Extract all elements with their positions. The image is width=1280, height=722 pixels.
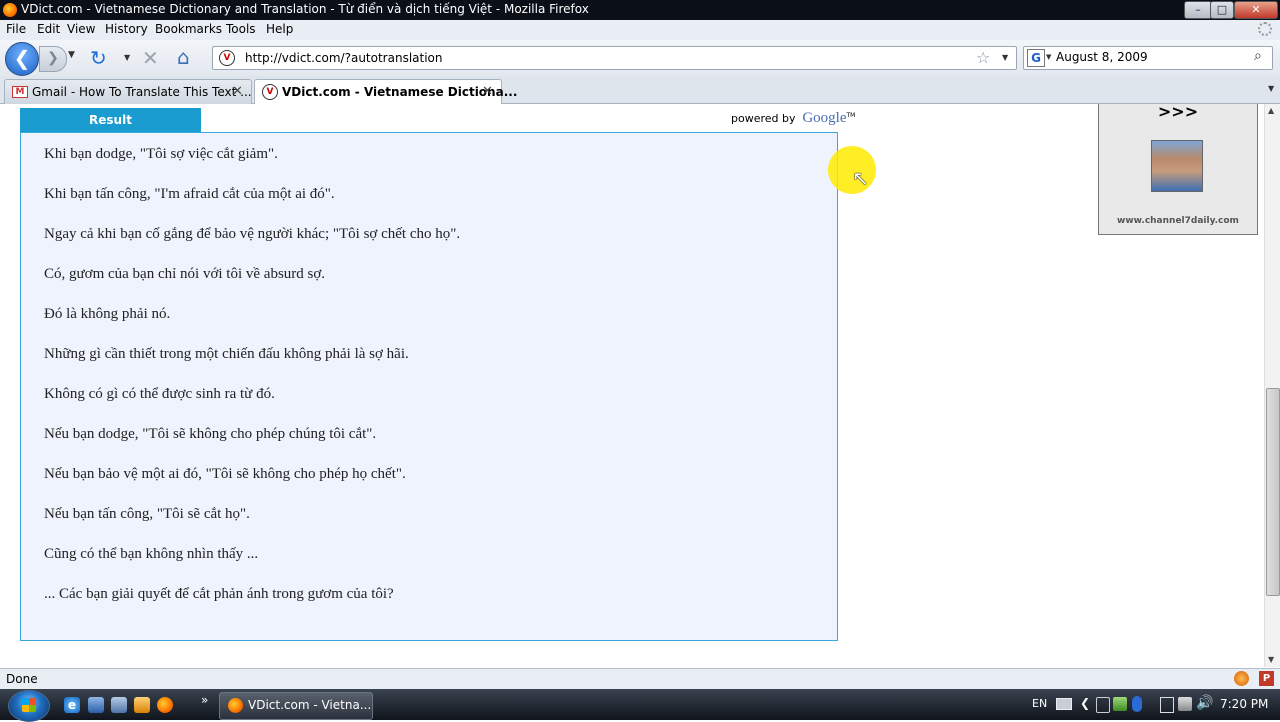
powered-by-label: powered by	[731, 112, 796, 125]
status-text: Done	[6, 672, 38, 686]
maximize-button[interactable]: □	[1210, 1, 1234, 19]
mouse-pointer-icon: ↖	[852, 166, 869, 190]
result-line: Nếu bạn tấn công, "Tôi sẽ cắt họ".	[44, 506, 250, 522]
minimize-button[interactable]: –	[1184, 1, 1212, 19]
result-line: Không có gì có thể được sinh ra từ đó.	[44, 386, 275, 402]
search-engine-icon[interactable]: G	[1027, 49, 1045, 67]
ad-box[interactable]: >>> www.channel7daily.com	[1098, 104, 1258, 235]
scroll-up-icon[interactable]: ▲	[1268, 106, 1274, 115]
forward-button[interactable]: ❯	[39, 46, 67, 72]
start-button[interactable]	[8, 690, 50, 722]
window-title-bar: VDict.com - Vietnamese Dictionary and Tr…	[0, 0, 1280, 20]
tab-list-dropdown-icon[interactable]: ▼	[1268, 84, 1274, 93]
page-content: Result powered by GoogleTM Khi bạn dodge…	[0, 104, 1264, 667]
tab-close-icon[interactable]: ✕	[232, 84, 243, 99]
powered-by-google: powered by GoogleTM	[731, 110, 855, 127]
menu-file[interactable]: File	[6, 22, 26, 36]
menu-bookmarks[interactable]: Bookmarks	[155, 22, 222, 36]
search-icon[interactable]: ⌕	[1254, 48, 1262, 64]
result-line: Những gì cần thiết trong một chiến đấu k…	[44, 346, 409, 362]
close-button[interactable]: ✕	[1234, 1, 1278, 19]
menu-help[interactable]: Help	[266, 22, 293, 36]
network-icon[interactable]	[1178, 697, 1192, 711]
internet-explorer-icon[interactable]: e	[64, 697, 80, 713]
url-dropdown-icon[interactable]: ▼	[1002, 53, 1008, 62]
windows-logo-icon	[22, 698, 36, 712]
battery-icon[interactable]	[1160, 697, 1174, 713]
quicklaunch-app-icon[interactable]	[134, 697, 150, 713]
home-icon[interactable]: ⌂	[177, 45, 190, 69]
result-line: Nếu bạn bảo vệ một ai đó, "Tôi sẽ không …	[44, 466, 406, 482]
scrollbar-thumb[interactable]	[1266, 388, 1280, 596]
result-line: Nếu bạn dodge, "Tôi sẽ không cho phép ch…	[44, 426, 377, 442]
gmail-icon: M	[12, 86, 28, 98]
switch-windows-icon[interactable]	[111, 697, 127, 713]
menu-tools[interactable]: Tools	[226, 22, 256, 36]
result-line: Có, gươm của bạn chỉ nói với tôi về absu…	[44, 266, 326, 282]
vdict-icon: V	[262, 84, 278, 100]
bluetooth-icon[interactable]	[1132, 696, 1142, 712]
search-bar[interactable]: G ▼ ⌕	[1023, 46, 1273, 70]
tab-close-icon[interactable]: ✕	[482, 84, 493, 99]
history-dropdown-icon[interactable]: ▼	[68, 50, 75, 60]
menu-history[interactable]: History	[105, 22, 148, 36]
network-signal-icon[interactable]	[1113, 697, 1127, 711]
back-button[interactable]: ❮	[5, 42, 39, 76]
result-tab[interactable]: Result	[20, 108, 201, 132]
tab-gmail[interactable]: M Gmail - How To Translate This Text ...…	[4, 79, 252, 104]
pdf-status-icon[interactable]: P	[1259, 671, 1274, 686]
stop-icon[interactable]: ✕	[142, 46, 159, 70]
throbber-icon	[1258, 22, 1272, 36]
menu-bar: File Edit View History Bookmarks Tools H…	[0, 20, 1280, 40]
result-line: Khi bạn dodge, "Tôi sợ việc cắt giảm".	[44, 146, 278, 162]
bookmark-star-icon[interactable]: ☆	[976, 48, 990, 67]
show-desktop-icon[interactable]	[88, 697, 104, 713]
search-engine-dropdown-icon[interactable]: ▼	[1046, 53, 1051, 61]
result-line: Khi bạn tấn công, "I'm afraid cắt của mộ…	[44, 186, 335, 202]
tab-vdict[interactable]: V VDict.com - Vietnamese Dictiona... ✕	[254, 79, 517, 105]
clock[interactable]: 7:20 PM	[1220, 697, 1268, 711]
scroll-down-icon[interactable]: ▼	[1268, 655, 1274, 664]
trademark-mark: TM	[846, 112, 856, 119]
reload-icon[interactable]: ↻	[90, 46, 107, 70]
firefox-task-icon	[228, 698, 243, 713]
vdict-favicon-icon: V	[219, 50, 235, 66]
quicklaunch-overflow-icon[interactable]: »	[201, 693, 208, 707]
window-title: VDict.com - Vietnamese Dictionary and Tr…	[21, 2, 589, 16]
google-logo: Google	[802, 110, 847, 126]
status-bar: Done P	[0, 668, 1280, 689]
language-indicator[interactable]: EN	[1032, 697, 1047, 710]
task-label: VDict.com - Vietna...	[248, 698, 372, 712]
firefox-quicklaunch-icon[interactable]	[157, 697, 173, 713]
menu-edit[interactable]: Edit	[37, 22, 60, 36]
tab-strip: M Gmail - How To Translate This Text ...…	[0, 76, 1280, 105]
addon-status-icon[interactable]	[1234, 671, 1249, 686]
forward-arrow-icon: ❯	[47, 50, 59, 66]
ad-site-label[interactable]: www.channel7daily.com	[1099, 216, 1257, 226]
ad-arrows[interactable]: >>>	[1099, 104, 1257, 121]
result-line: Cũng có thể bạn không nhìn thấy ...	[44, 546, 259, 562]
keyboard-icon[interactable]	[1056, 698, 1072, 710]
tab-label: Gmail - How To Translate This Text ...	[32, 85, 252, 99]
search-input[interactable]	[1056, 50, 1246, 64]
back-arrow-icon: ❮	[13, 46, 31, 70]
result-line: Ngay cả khi bạn cố gắng để bảo vệ người …	[44, 226, 461, 242]
firefox-icon	[3, 3, 17, 17]
usb-icon[interactable]	[1096, 697, 1110, 713]
ad-photo[interactable]	[1151, 140, 1203, 192]
translation-result-box: Khi bạn dodge, "Tôi sợ việc cắt giảm". K…	[20, 132, 838, 641]
taskbar-firefox-window[interactable]: VDict.com - Vietna...	[219, 692, 373, 720]
menu-view[interactable]: View	[67, 22, 95, 36]
volume-icon[interactable]: 🔊	[1196, 695, 1213, 711]
result-line: ... Các bạn giải quyết để cắt phản ánh t…	[44, 586, 394, 602]
reload-dropdown-icon[interactable]: ▼	[124, 53, 130, 62]
tray-expand-icon[interactable]: ❮	[1080, 696, 1090, 710]
url-input[interactable]	[245, 51, 965, 65]
result-line: Đó là không phải nó.	[44, 306, 171, 322]
url-bar[interactable]: V ☆ ▼	[212, 46, 1017, 70]
